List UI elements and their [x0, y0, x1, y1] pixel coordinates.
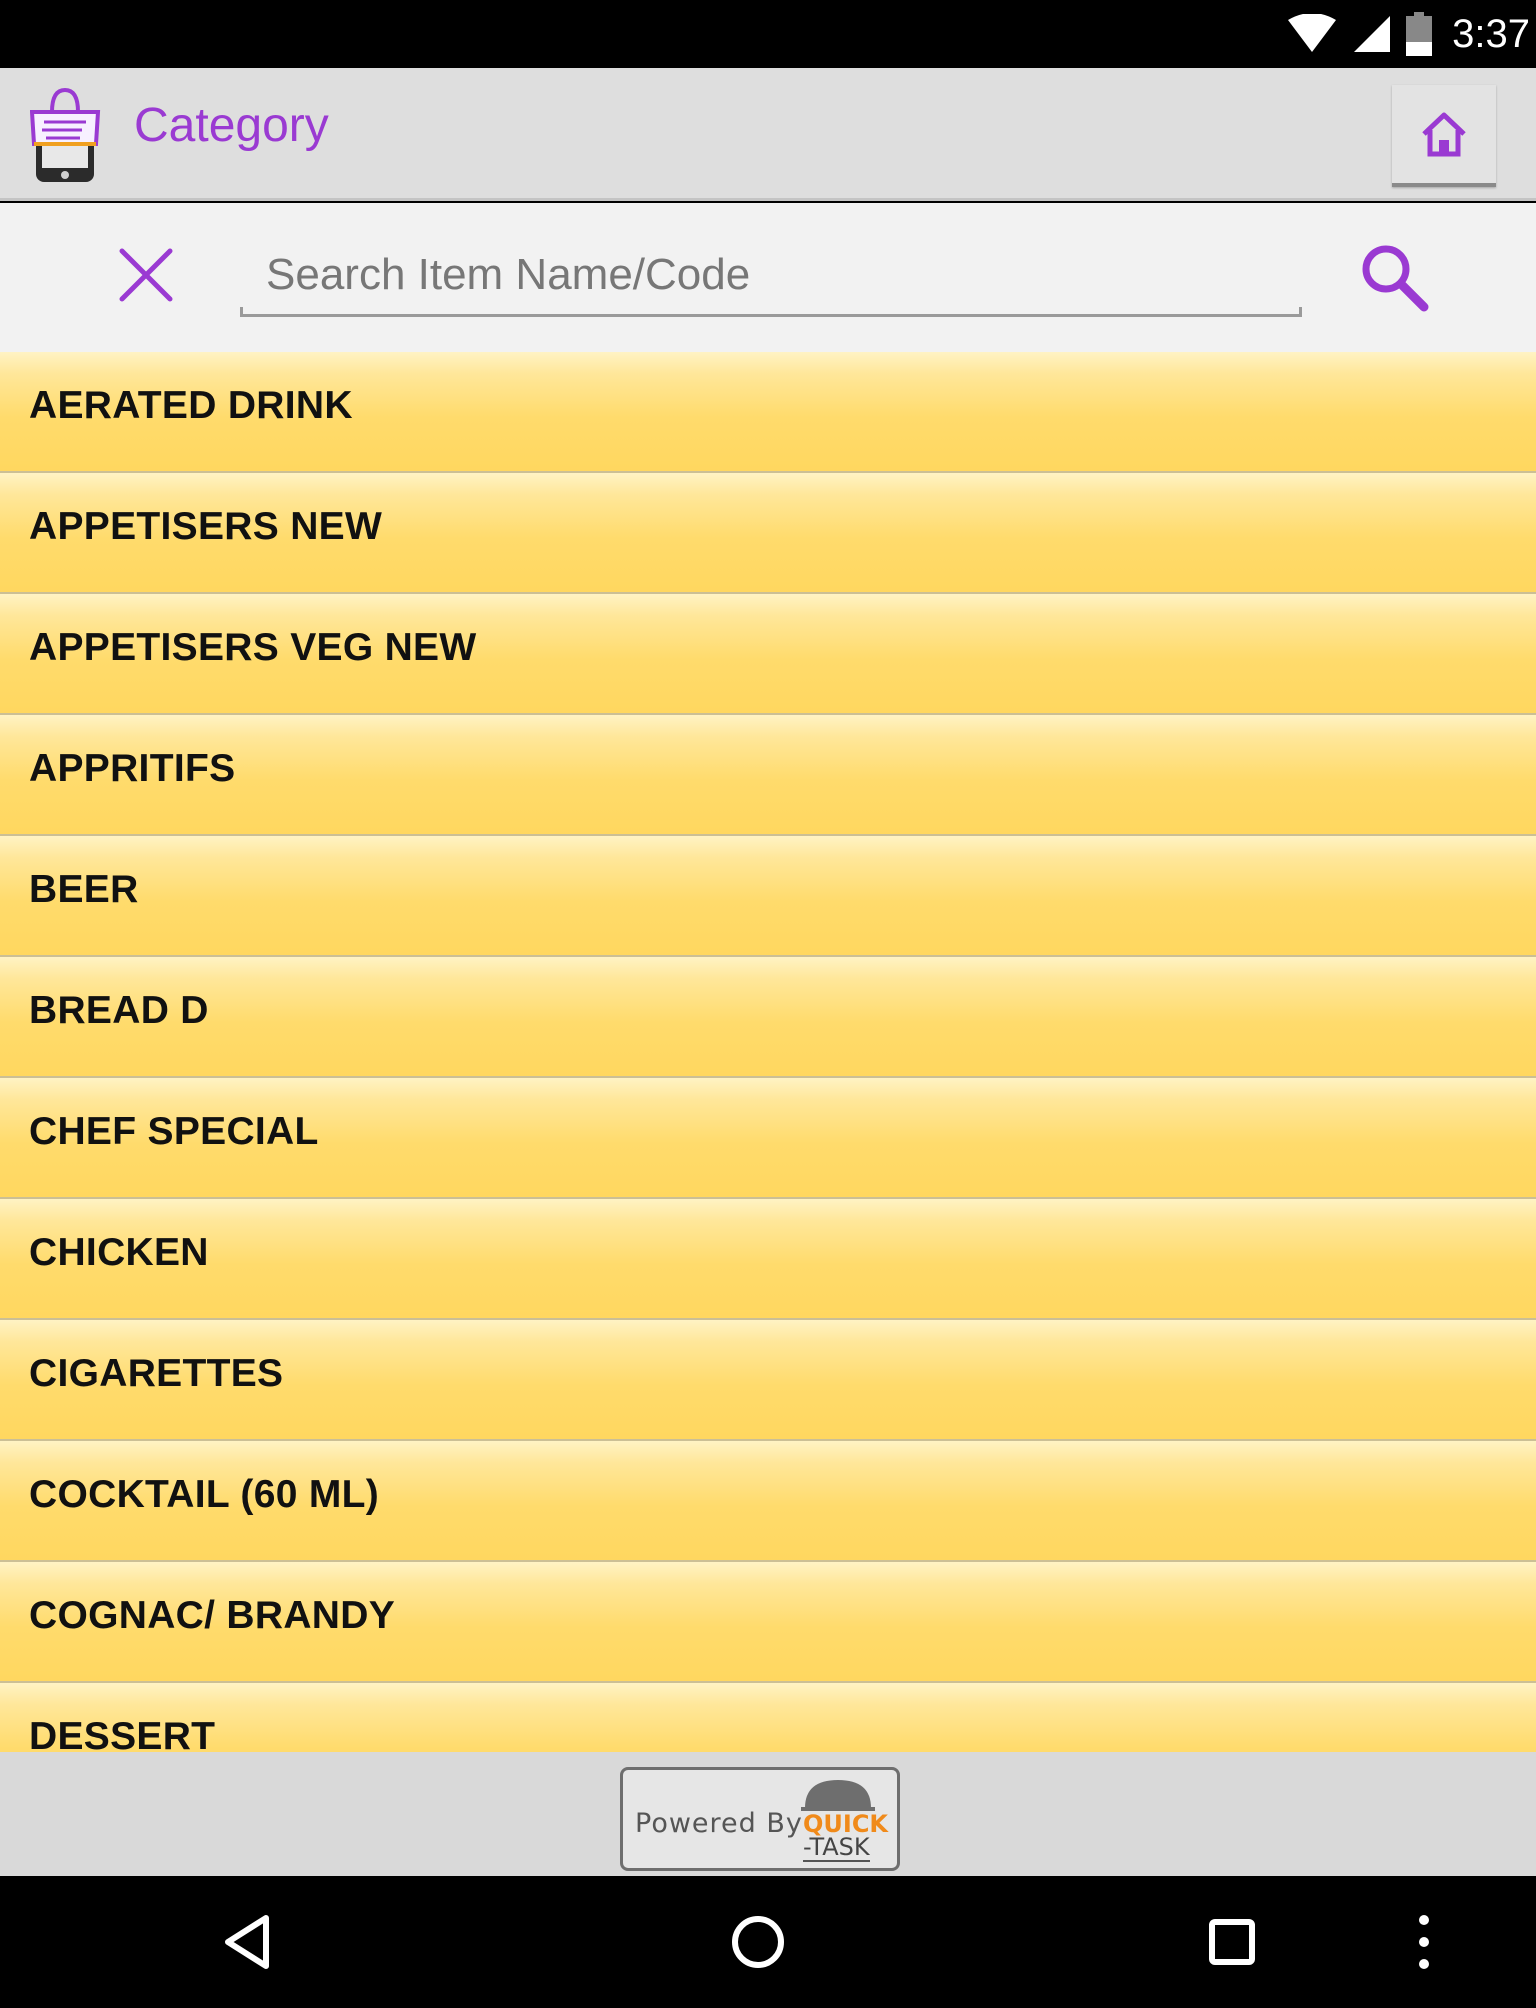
home-button[interactable]: [1392, 85, 1496, 187]
list-item[interactable]: AERATED DRINK: [0, 352, 1536, 473]
app-bar: Category: [0, 68, 1536, 201]
home-icon: [1422, 112, 1466, 157]
home-circle-icon[interactable]: [726, 1910, 790, 1974]
list-item[interactable]: DESSERT: [0, 1683, 1536, 1752]
list-item[interactable]: APPRITIFS: [0, 715, 1536, 836]
status-icons: 3:37: [1286, 0, 1536, 68]
close-icon[interactable]: [114, 243, 178, 307]
search-icon[interactable]: [1358, 241, 1430, 313]
list-item[interactable]: CHEF SPECIAL: [0, 1078, 1536, 1199]
list-item[interactable]: COGNAC/ BRANDY: [0, 1562, 1536, 1683]
category-label: BEER: [29, 868, 139, 911]
list-item[interactable]: COCKTAIL (60 ML): [0, 1441, 1536, 1562]
list-item[interactable]: CIGARETTES: [0, 1320, 1536, 1441]
shopping-bag-phone-icon[interactable]: [30, 84, 104, 184]
category-label: COCKTAIL (60 ML): [29, 1473, 380, 1516]
status-time: 3:37: [1452, 11, 1530, 56]
overflow-menu-icon[interactable]: [1392, 1910, 1456, 1974]
footer: Powered By QUICK -TASK: [0, 1752, 1536, 1876]
list-item[interactable]: BREAD D: [0, 957, 1536, 1078]
category-label: CIGARETTES: [29, 1352, 284, 1395]
search-bar: [0, 203, 1536, 352]
category-label: APPETISERS NEW: [29, 505, 383, 548]
back-icon[interactable]: [216, 1910, 280, 1974]
wifi-icon: [1288, 14, 1337, 52]
category-label: CHEF SPECIAL: [29, 1110, 319, 1153]
category-label: APPRITIFS: [29, 747, 236, 790]
category-label: APPETISERS VEG NEW: [29, 626, 477, 669]
cloche-icon: [801, 1780, 875, 1811]
list-item[interactable]: CHICKEN: [0, 1199, 1536, 1320]
powered-by-text: Powered By: [635, 1808, 803, 1839]
signal-icon: [1354, 16, 1391, 52]
search-input[interactable]: [240, 235, 1302, 317]
status-bar: 3:37: [0, 0, 1536, 68]
category-label: BREAD D: [29, 989, 209, 1032]
category-label: COGNAC/ BRANDY: [29, 1594, 396, 1637]
page-title: Category: [134, 99, 329, 152]
powered-by-badge: Powered By QUICK -TASK: [620, 1767, 900, 1871]
list-item[interactable]: APPETISERS VEG NEW: [0, 594, 1536, 715]
brand-task: -TASK: [803, 1833, 870, 1862]
recents-icon[interactable]: [1200, 1910, 1264, 1974]
list-item[interactable]: BEER: [0, 836, 1536, 957]
category-label: CHICKEN: [29, 1231, 209, 1274]
battery-icon: [1406, 12, 1433, 56]
list-item[interactable]: APPETISERS NEW: [0, 473, 1536, 594]
category-list[interactable]: AERATED DRINK APPETISERS NEW APPETISERS …: [0, 352, 1536, 1752]
category-label: DESSERT: [29, 1715, 216, 1752]
category-label: AERATED DRINK: [29, 384, 353, 427]
search-input-underline: [240, 307, 1302, 317]
system-nav-bar: [0, 1876, 1536, 2008]
